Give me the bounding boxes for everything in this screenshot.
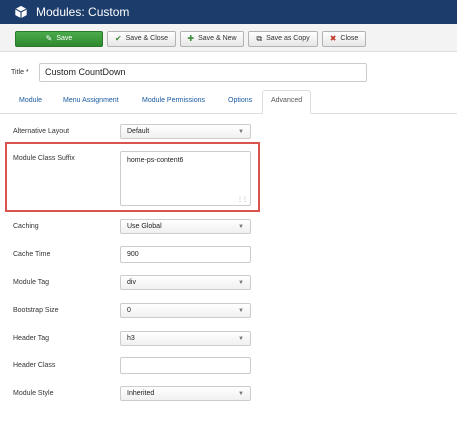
required-mark: * — [25, 69, 29, 76]
module-tag-value: div — [127, 279, 136, 286]
chevron-down-icon: ▼ — [238, 336, 244, 342]
app-header: Modules: Custom — [0, 0, 457, 24]
save-button[interactable]: ✎ Save — [15, 31, 103, 47]
close-label: Close — [340, 35, 359, 42]
alternative-layout-value: Default — [127, 128, 150, 135]
cache-time-label: Cache Time — [13, 251, 51, 258]
header-tag-label: Header Tag — [13, 335, 50, 342]
chevron-down-icon: ▼ — [238, 308, 244, 314]
module-style-value: Inherited — [127, 390, 155, 397]
tab-menu-assignment[interactable]: Menu Assignment — [63, 97, 119, 104]
chevron-down-icon: ▼ — [238, 391, 244, 397]
edit-icon: ✎ — [45, 34, 53, 43]
header-tag-select[interactable]: h3 ▼ — [120, 331, 251, 346]
save-close-label: Save & Close — [125, 35, 169, 42]
bootstrap-size-value: 0 — [127, 307, 131, 314]
save-copy-label: Save as Copy — [266, 35, 310, 42]
tab-bar: Module Menu Assignment Module Permission… — [0, 90, 457, 114]
close-icon: ✖ — [329, 34, 337, 43]
page-title: Modules: Custom — [36, 5, 130, 19]
plus-icon: ✚ — [187, 34, 195, 43]
save-new-label: Save & New — [198, 35, 237, 42]
chevron-down-icon: ▼ — [238, 224, 244, 230]
cube-icon — [15, 5, 27, 19]
tab-advanced[interactable]: Advanced — [262, 90, 312, 114]
toolbar: ✎ Save ✔ Save & Close ✚ Save & New ⧉ Sav… — [0, 24, 457, 52]
cache-time-input[interactable]: 900 — [120, 246, 251, 263]
title-label-text: Title — [11, 69, 24, 76]
title-label: Title * — [11, 69, 29, 76]
check-icon: ✔ — [114, 34, 122, 43]
caching-label: Caching — [13, 223, 39, 230]
header-class-input[interactable] — [120, 357, 251, 374]
chevron-down-icon: ▼ — [238, 129, 244, 135]
resize-grip-icon[interactable]: ⋮⋮ — [237, 196, 248, 203]
module-style-label: Module Style — [13, 390, 54, 397]
tab-module-permissions[interactable]: Module Permissions — [142, 97, 205, 104]
save-close-button[interactable]: ✔ Save & Close — [107, 31, 176, 47]
module-tag-label: Module Tag — [13, 279, 50, 286]
module-tag-select[interactable]: div ▼ — [120, 275, 251, 290]
alternative-layout-label: Alternative Layout — [13, 128, 70, 135]
tab-options[interactable]: Options — [228, 97, 252, 104]
copy-icon: ⧉ — [256, 34, 263, 43]
caching-value: Use Global — [127, 223, 162, 230]
title-input[interactable]: Custom CountDown — [39, 63, 367, 82]
module-class-suffix-label: Module Class Suffix — [13, 155, 75, 162]
tab-module[interactable]: Module — [19, 97, 42, 104]
alternative-layout-select[interactable]: Default ▼ — [120, 124, 251, 139]
bootstrap-size-label: Bootstrap Size — [13, 307, 59, 314]
module-style-select[interactable]: Inherited ▼ — [120, 386, 251, 401]
module-class-suffix-value: home-ps-content6 — [127, 157, 184, 164]
chevron-down-icon: ▼ — [238, 280, 244, 286]
save-button-label: Save — [56, 35, 73, 42]
save-new-button[interactable]: ✚ Save & New — [180, 31, 244, 47]
header-class-label: Header Class — [13, 362, 56, 369]
header-tag-value: h3 — [127, 335, 135, 342]
close-button[interactable]: ✖ Close — [322, 31, 366, 47]
bootstrap-size-select[interactable]: 0 ▼ — [120, 303, 251, 318]
caching-select[interactable]: Use Global ▼ — [120, 219, 251, 234]
module-class-suffix-textarea[interactable]: home-ps-content6 ⋮⋮ — [120, 151, 251, 206]
save-copy-button[interactable]: ⧉ Save as Copy — [248, 31, 318, 47]
